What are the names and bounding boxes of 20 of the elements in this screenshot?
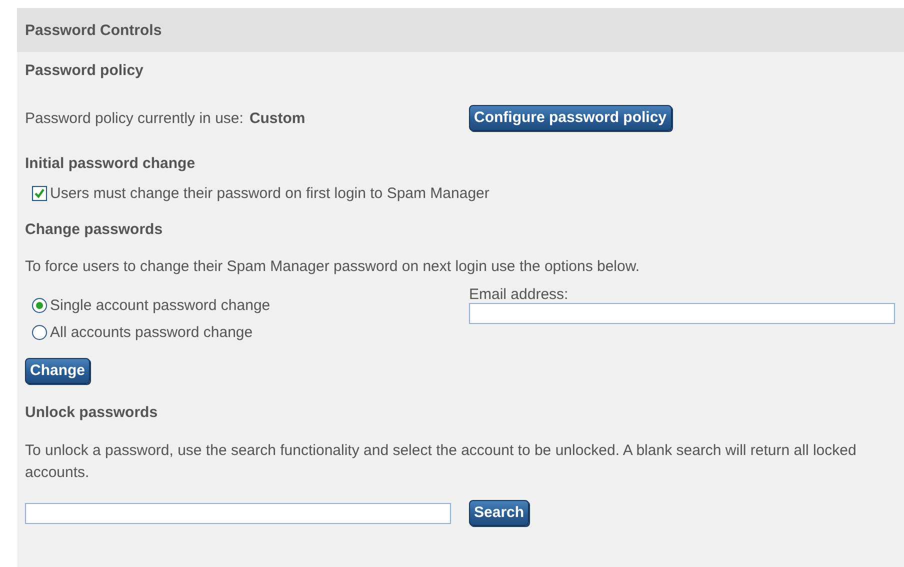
email-label: Email address:	[469, 286, 570, 303]
search-field[interactable]	[25, 502, 451, 524]
change-button[interactable]: Change	[25, 358, 90, 384]
email-field[interactable]	[469, 303, 895, 324]
configure-policy-button[interactable]: Configure password policy	[469, 105, 672, 131]
search-button[interactable]: Search	[469, 500, 530, 526]
checkbox-label: Users must change their password on first login to Spam Manager	[50, 184, 490, 202]
radio-label: Single account password change	[50, 297, 270, 314]
section-heading: Unlock passwords	[25, 404, 158, 420]
radio-button[interactable]	[32, 298, 47, 313]
section-heading: Change passwords	[25, 220, 163, 238]
description-text: To force users to change their Spam Manager password on next login use the options below.	[25, 257, 641, 277]
radio-label: All accounts password change	[50, 324, 253, 341]
panel-title: Password Controls	[25, 22, 162, 38]
radio-button[interactable]	[32, 325, 47, 340]
section-heading: Initial password change	[25, 154, 196, 172]
description-text: To unlock a password, use the search functionality and select the account to be unlocked. A blank search will return all locked accounts.	[25, 441, 858, 483]
policy-label: Password policy currently in use: Custom	[25, 110, 306, 126]
section-heading: Password policy	[25, 62, 144, 79]
checkbox[interactable]	[32, 186, 47, 200]
